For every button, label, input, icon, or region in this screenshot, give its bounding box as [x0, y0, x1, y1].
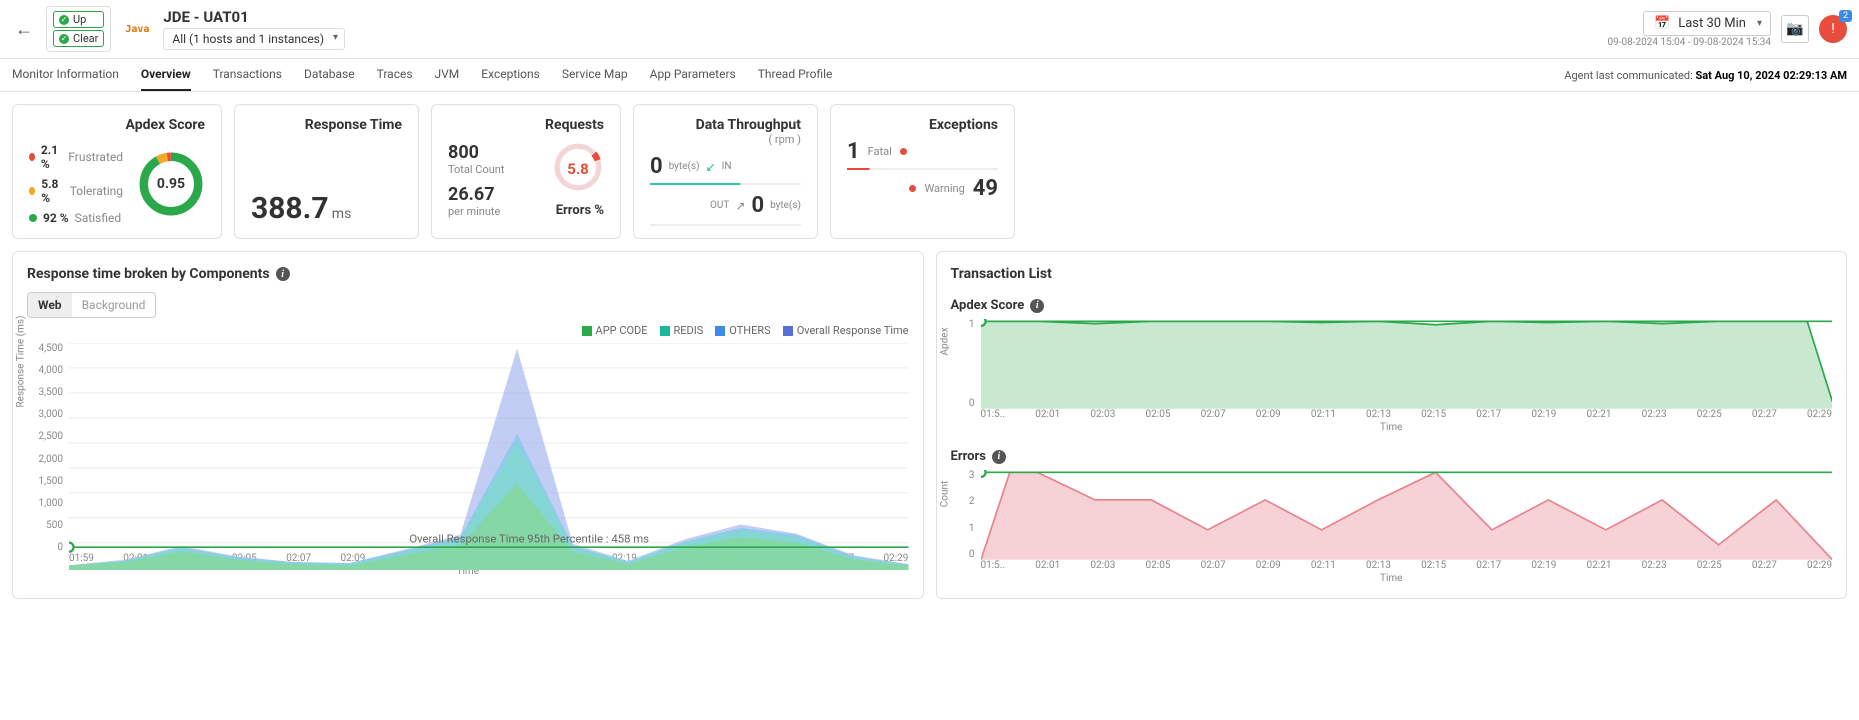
apdex-score-card: Apdex Score 2.1 %Frustrated 5.8 %Tolerati…: [12, 104, 222, 239]
exceptions-title: Exceptions: [847, 117, 998, 133]
info-icon[interactable]: i: [1030, 299, 1044, 313]
web-background-toggle: Web Background: [27, 292, 156, 318]
chart-legend-item[interactable]: OTHERS: [715, 324, 770, 337]
tab-thread-profile[interactable]: Thread Profile: [758, 59, 833, 91]
info-icon[interactable]: i: [992, 450, 1006, 464]
requests-card: Requests 800 Total Count 26.67 per minut…: [431, 104, 621, 239]
chart-legend-item[interactable]: APP CODE: [582, 324, 648, 337]
warning-dot-icon: [909, 185, 916, 192]
throughput-title: Data Throughput: [650, 117, 801, 133]
status-tags: ✓Up ✓Clear: [46, 6, 111, 52]
status-clear: ✓Clear: [53, 30, 104, 47]
tab-overview[interactable]: Overview: [141, 59, 191, 91]
transaction-list-title: Transaction List: [951, 266, 1052, 282]
status-clear-label: Clear: [73, 32, 98, 45]
toggle-web[interactable]: Web: [28, 293, 72, 317]
tab-jvm[interactable]: JVM: [435, 59, 460, 91]
tab-transactions[interactable]: Transactions: [213, 59, 282, 91]
response-time-unit: ms: [332, 206, 352, 222]
response-time-panel: Response time broken by Components i Web…: [12, 251, 924, 599]
arrow-in-icon: ↙: [706, 160, 716, 174]
exceptions-fatal-label: Fatal: [868, 145, 892, 158]
throughput-in-unit: byte(s): [669, 161, 700, 172]
status-up-label: Up: [73, 13, 86, 26]
page-title: JDE - UAT01: [163, 8, 345, 26]
alerts-button[interactable]: ! 2: [1819, 15, 1847, 43]
time-range-label: Last 30 Min: [1678, 16, 1746, 31]
apdex-legend-item: 2.1 %Frustrated: [29, 143, 123, 171]
throughput-sub: ( rpm ): [650, 133, 801, 146]
response-time-card: Response Time 388.7 ms: [234, 104, 419, 239]
hosts-dropdown[interactable]: All (1 hosts and 1 instances): [163, 28, 345, 50]
java-icon: Java: [121, 13, 153, 45]
transaction-list-panel: Transaction List Apdex Score i 10 Apdex …: [936, 251, 1848, 599]
apdex-score-value: 0.95: [137, 150, 205, 218]
throughput-in-value: 0: [650, 154, 663, 179]
errors-pct-value: 5.8: [552, 141, 604, 197]
apdex-title: Apdex Score: [29, 117, 205, 133]
calendar-icon: 📅: [1654, 16, 1670, 31]
tab-exceptions[interactable]: Exceptions: [481, 59, 540, 91]
exceptions-warn-label: Warning: [924, 182, 964, 195]
time-range-picker[interactable]: 📅 Last 30 Min: [1643, 11, 1771, 36]
errors-pct-label: Errors %: [552, 203, 604, 218]
tab-app-parameters[interactable]: App Parameters: [650, 59, 736, 91]
throughput-in-dir: IN: [722, 161, 732, 172]
alert-badge: 2: [1839, 10, 1852, 22]
requests-pm-label: per minute: [448, 205, 504, 218]
tab-service-map[interactable]: Service Map: [562, 59, 628, 91]
tab-database[interactable]: Database: [304, 59, 355, 91]
apdex-chart-xlabel: Time: [951, 422, 1833, 433]
throughput-out-unit: byte(s): [770, 200, 801, 211]
back-button[interactable]: ←: [12, 17, 36, 41]
errors-chart-xlabel: Time: [951, 573, 1833, 584]
response-time-value: 388.7: [251, 191, 329, 226]
errors-gauge: 5.8: [552, 141, 604, 197]
svg-text:95th Percentile : 3: 95th Percentile : 3: [1360, 470, 1452, 472]
camera-icon: 📷: [1786, 21, 1803, 37]
exceptions-card: Exceptions 1 Fatal Warning 49: [830, 104, 1015, 239]
time-range-text: 09-08-2024 15:04 - 09-08-2024 15:34: [1608, 37, 1771, 48]
fatal-dot-icon: [900, 148, 907, 155]
screenshot-button[interactable]: 📷: [1781, 15, 1809, 43]
response-time-panel-title: Response time broken by Components: [27, 266, 270, 282]
exceptions-warn-value: 49: [973, 176, 998, 201]
svg-text:95th Percentile : 1: 95th Percentile : 1: [1360, 319, 1452, 321]
svg-text:Overall Response Time 95th Per: Overall Response Time 95th Percentile : …: [409, 532, 649, 546]
throughput-out-value: 0: [751, 193, 764, 218]
apdex-donut: 0.95: [137, 150, 205, 218]
exceptions-fatal-value: 1: [847, 139, 860, 164]
apdex-legend-item: 5.8 %Tolerating: [29, 177, 123, 205]
tab-monitor-information[interactable]: Monitor Information: [12, 59, 119, 91]
response-time-ylabel: Response Time (ms): [16, 315, 27, 407]
requests-total: 800: [448, 142, 504, 163]
apdex-legend-item: 92 %Satisfied: [29, 211, 123, 225]
status-up: ✓Up: [53, 11, 104, 28]
response-time-title: Response Time: [251, 117, 402, 133]
alert-icon: !: [1831, 21, 1835, 37]
throughput-out-dir: OUT: [710, 200, 729, 211]
chart-legend-item[interactable]: Overall Response Time: [783, 324, 909, 337]
arrow-out-icon: ↗: [735, 199, 745, 213]
errors-chart-title: Errors: [951, 449, 986, 464]
errors-chart-ylabel: Count: [939, 481, 950, 508]
requests-per-minute: 26.67: [448, 184, 504, 205]
apdex-chart-title: Apdex Score: [951, 298, 1025, 313]
agent-last-communicated: Agent last communicated: Sat Aug 10, 202…: [1564, 69, 1847, 82]
apdex-chart-ylabel: Apdex: [939, 327, 950, 355]
toggle-background[interactable]: Background: [72, 293, 156, 317]
tab-traces[interactable]: Traces: [377, 59, 413, 91]
data-throughput-card: Data Throughput ( rpm ) 0 byte(s) ↙ IN O…: [633, 104, 818, 239]
chart-legend-item[interactable]: REDIS: [660, 324, 704, 337]
requests-total-label: Total Count: [448, 163, 504, 176]
info-icon[interactable]: i: [276, 267, 290, 281]
